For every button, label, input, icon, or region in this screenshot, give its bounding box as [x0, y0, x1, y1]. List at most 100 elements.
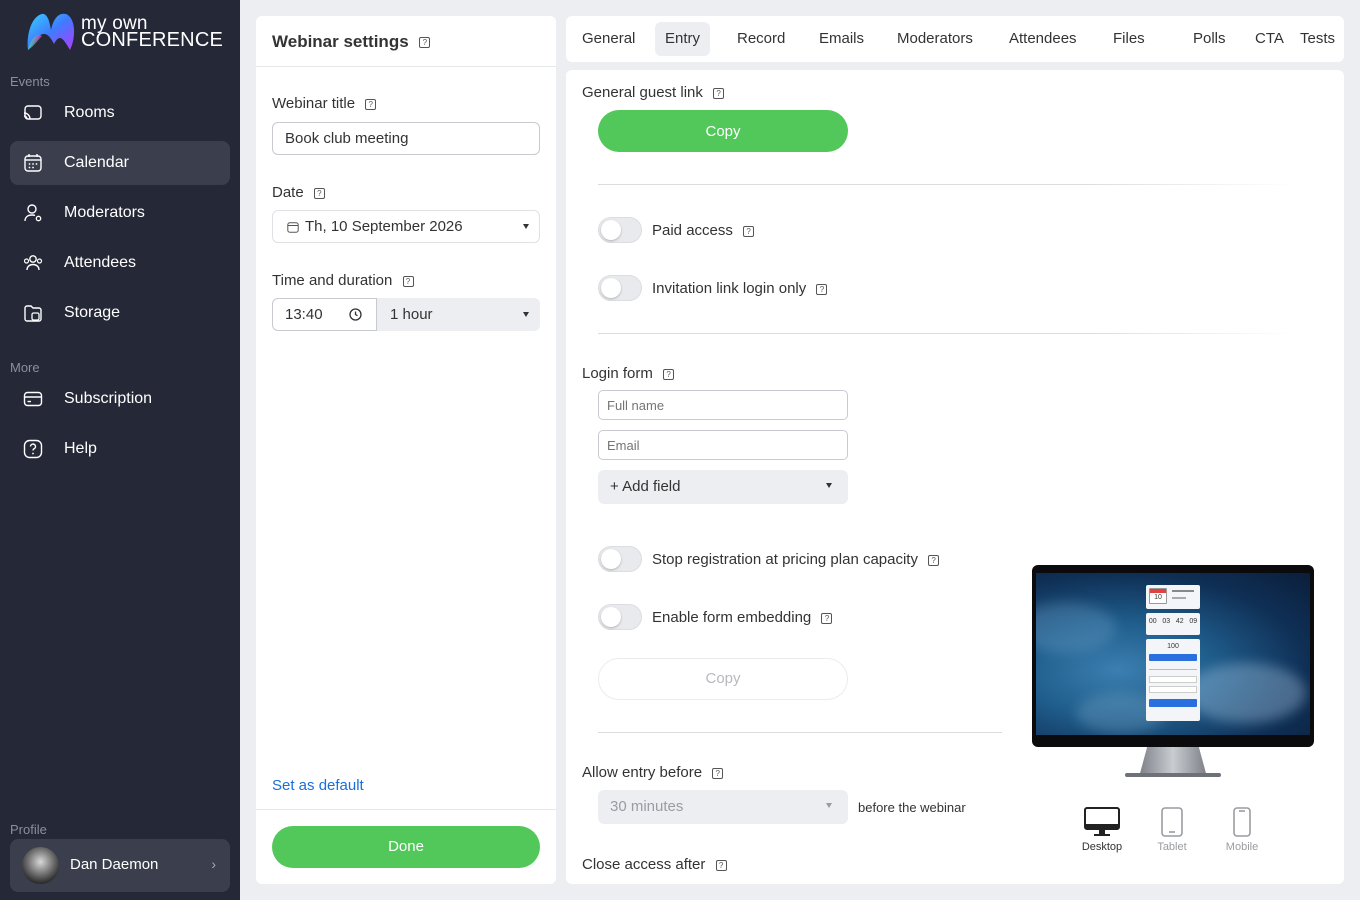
full-name-field[interactable]: [598, 390, 848, 420]
allow-entry-value: 30 minutes: [610, 798, 684, 815]
tab-files[interactable]: Files: [1103, 22, 1155, 56]
device-label: Desktop: [1081, 841, 1123, 853]
cloud-shape: [1036, 603, 1116, 653]
sidebar-item-subscription[interactable]: Subscription: [10, 377, 230, 421]
help-icon[interactable]: ?: [712, 767, 724, 779]
label-text: Paid access: [652, 222, 733, 239]
tab-emails[interactable]: Emails: [809, 22, 874, 56]
device-tablet-button[interactable]: Tablet: [1142, 807, 1202, 853]
stop-registration-toggle[interactable]: [598, 546, 642, 572]
label-text: Enable form embedding: [652, 609, 812, 626]
email-field[interactable]: [598, 430, 848, 460]
preview-sign-in-button: [1149, 699, 1197, 707]
form-embedding-toggle[interactable]: [598, 604, 642, 630]
device-label: Mobile: [1225, 841, 1259, 853]
tab-general[interactable]: General: [572, 22, 645, 56]
entry-panel: General guest link ? Copy Paid access ? …: [566, 70, 1344, 884]
chevron-right-icon: ›: [211, 856, 216, 872]
label-text: Close access after: [582, 856, 706, 873]
help-icon[interactable]: ?: [928, 554, 940, 566]
help-icon[interactable]: ?: [402, 275, 414, 287]
card-icon: [23, 391, 43, 407]
tab-cta[interactable]: CTA: [1245, 22, 1294, 56]
preview-social-button: [1149, 654, 1197, 661]
help-icon[interactable]: ?: [365, 98, 377, 110]
preview-text-line: [1172, 590, 1194, 592]
tab-moderators[interactable]: Moderators: [887, 22, 983, 56]
paid-access-toggle[interactable]: [598, 217, 642, 243]
avatar: [22, 847, 59, 884]
stop-registration-label: Stop registration at pricing plan capaci…: [652, 551, 940, 568]
sidebar-item-help[interactable]: Help: [10, 427, 230, 471]
clock-icon[interactable]: [349, 308, 362, 321]
webinar-title-label: Webinar title ?: [272, 95, 377, 112]
user-gear-icon: [24, 204, 42, 222]
help-icon[interactable]: ?: [816, 283, 828, 295]
sidebar-item-label: Rooms: [64, 104, 115, 121]
page-title: Webinar settings ?: [272, 32, 431, 52]
help-icon[interactable]: ?: [419, 37, 431, 49]
done-button[interactable]: Done: [272, 826, 540, 868]
footer-divider: [256, 809, 556, 810]
desktop-icon: [1084, 807, 1120, 836]
time-duration-label: Time and duration ?: [272, 272, 414, 289]
tab-tests[interactable]: Tests: [1290, 22, 1344, 56]
help-icon[interactable]: ?: [715, 859, 727, 871]
logo-line2: CONFERENCE: [81, 29, 224, 51]
copy-guest-link-button[interactable]: Copy: [598, 110, 848, 152]
webinar-settings-panel: Webinar settings ? Webinar title ? Date …: [256, 16, 556, 884]
sidebar-item-rooms[interactable]: Rooms: [10, 91, 230, 135]
chevron-down-icon: [826, 803, 832, 808]
chevron-down-icon: [826, 483, 832, 488]
paid-access-label: Paid access ?: [652, 222, 755, 239]
preview-seats: 100: [1167, 643, 1179, 650]
countdown-days: 00: [1148, 618, 1157, 625]
duration-value: 1 hour: [390, 306, 433, 323]
section-label-events: Events: [10, 74, 50, 89]
tab-record[interactable]: Record: [727, 22, 795, 56]
label-text: Time and duration: [272, 272, 393, 289]
sidebar-item-moderators[interactable]: Moderators: [10, 191, 230, 235]
preview-countdown-card: 00 03 42 09: [1146, 613, 1200, 635]
webinar-title-input[interactable]: [272, 122, 540, 155]
chevron-down-icon: [523, 312, 529, 317]
close-access-label: Close access after ?: [582, 856, 727, 873]
folder-icon: [24, 305, 42, 322]
device-desktop-button[interactable]: Desktop: [1072, 807, 1132, 853]
preview-screen: 10 00 03 42 09 100: [1036, 573, 1310, 735]
preview-calendar-box: 10: [1149, 588, 1167, 604]
preview-input: [1149, 676, 1197, 683]
preview-input: [1149, 686, 1197, 693]
sidebar: my own CONFERENCE Events Rooms Calendar …: [0, 0, 240, 900]
help-icon[interactable]: ?: [663, 368, 675, 380]
set-as-default-link[interactable]: Set as default: [272, 777, 364, 794]
tab-entry[interactable]: Entry: [655, 22, 711, 56]
tab-attendees[interactable]: Attendees: [999, 22, 1087, 56]
label-text: Date: [272, 184, 304, 201]
sidebar-item-attendees[interactable]: Attendees: [10, 241, 230, 285]
countdown-hours: 03: [1162, 618, 1171, 625]
preview-countdown: 00 03 42 09: [1146, 613, 1200, 625]
add-field-select[interactable]: + Add field: [598, 470, 848, 504]
label-text: Allow entry before: [582, 764, 703, 781]
time-value: 13:40: [285, 306, 323, 323]
sidebar-item-calendar[interactable]: Calendar: [10, 141, 230, 185]
calendar-icon: [287, 222, 299, 233]
help-icon[interactable]: ?: [313, 187, 325, 199]
sidebar-item-storage[interactable]: Storage: [10, 291, 230, 335]
invitation-only-toggle[interactable]: [598, 275, 642, 301]
help-icon[interactable]: ?: [713, 87, 725, 99]
logo[interactable]: my own CONFERENCE: [24, 10, 224, 54]
duration-select[interactable]: 1 hour: [377, 298, 540, 331]
date-picker[interactable]: Th, 10 September 2026: [272, 210, 540, 243]
divider: [598, 333, 1298, 334]
help-icon[interactable]: ?: [821, 612, 833, 624]
help-icon[interactable]: ?: [743, 225, 755, 237]
time-input[interactable]: 13:40: [272, 298, 377, 331]
tab-polls[interactable]: Polls: [1183, 22, 1236, 56]
allow-entry-select[interactable]: 30 minutes: [598, 790, 848, 824]
invitation-only-label: Invitation link login only ?: [652, 280, 828, 297]
profile-button[interactable]: Dan Daemon ›: [10, 839, 230, 892]
preview-date-card: 10: [1146, 585, 1200, 609]
device-mobile-button[interactable]: Mobile: [1212, 807, 1272, 853]
